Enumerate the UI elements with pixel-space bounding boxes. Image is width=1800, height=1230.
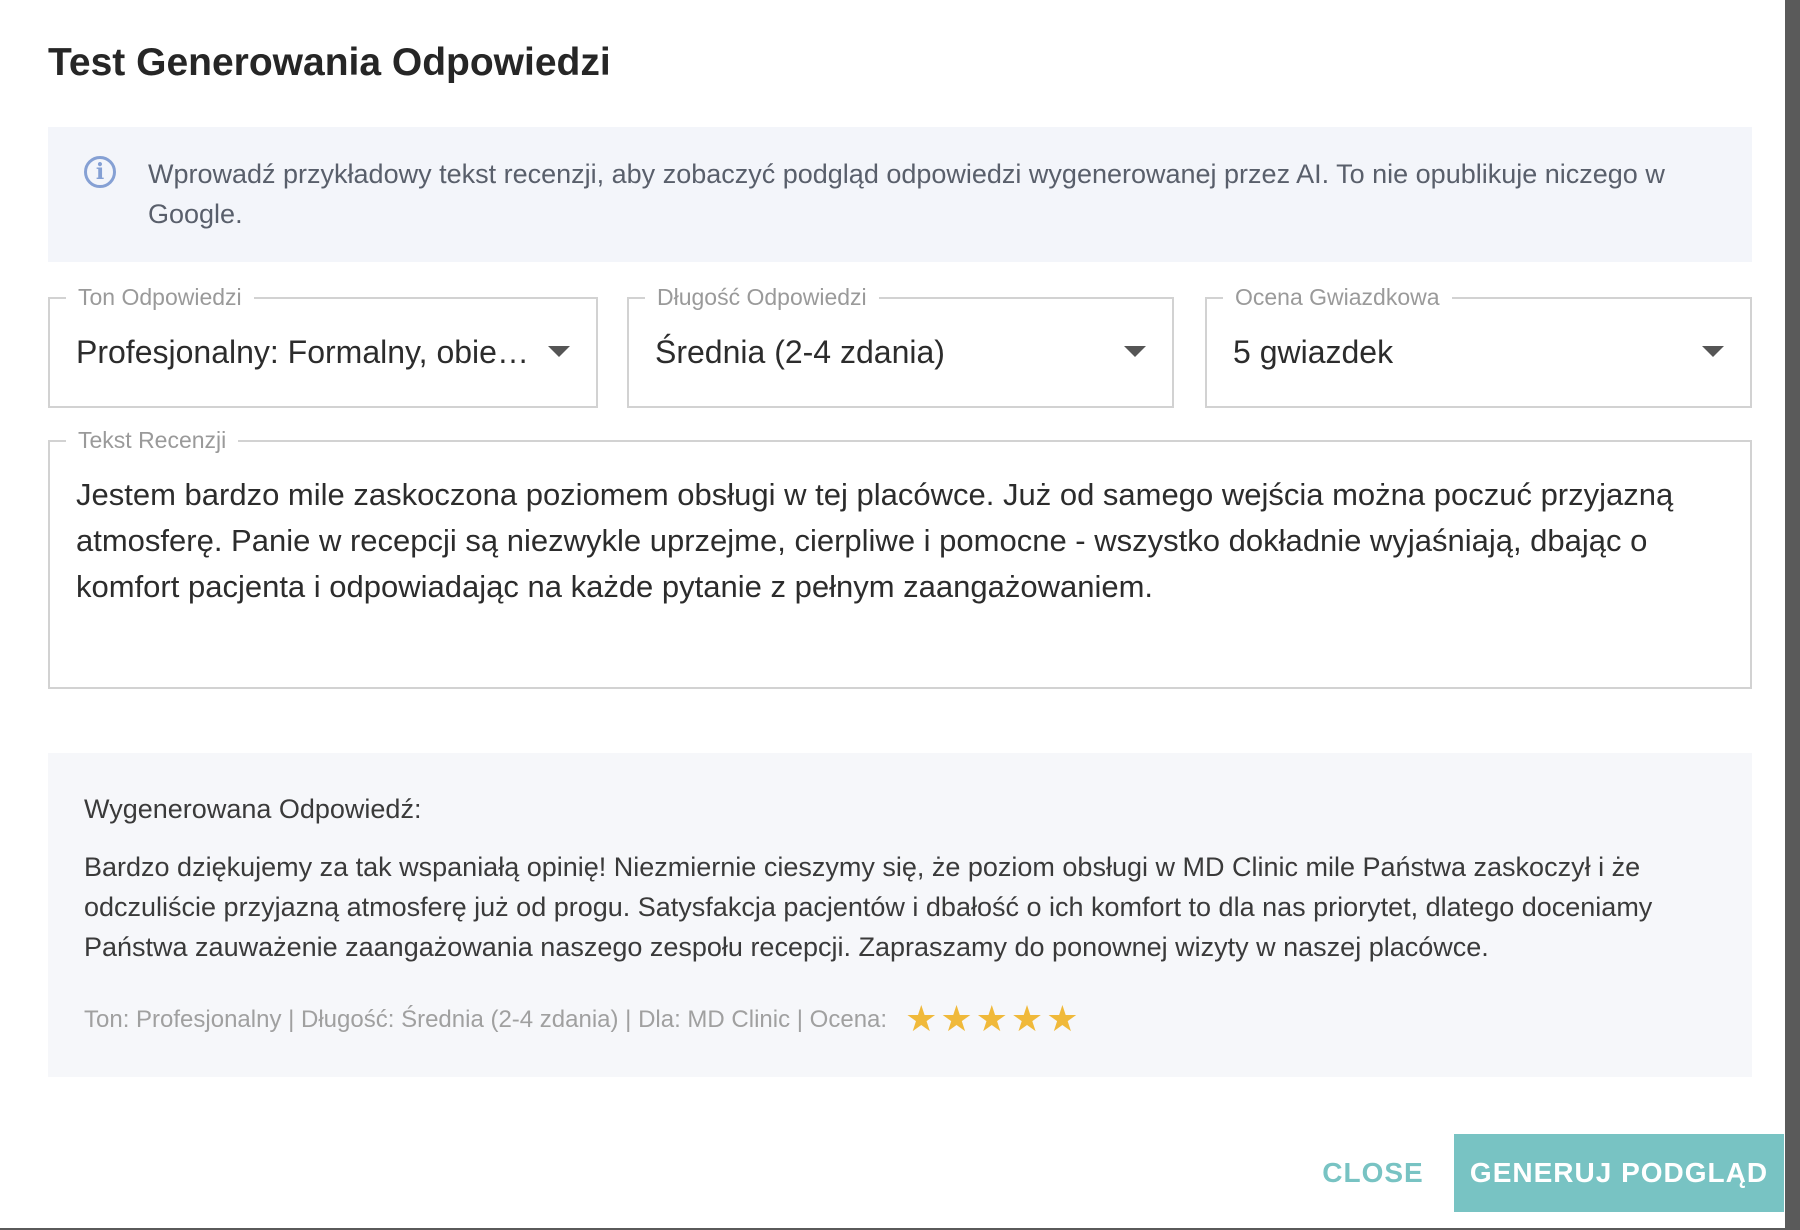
star-icon: ★ — [940, 999, 973, 1040]
test-response-dialog: Test Generowania Odpowiedzi i Wprowadź p… — [0, 0, 1785, 1228]
rating-stars: ★ ★ ★ ★ ★ — [905, 999, 1081, 1040]
dialog-title: Test Generowania Odpowiedzi — [48, 41, 611, 84]
generated-response-panel: Wygenerowana Odpowiedź: Bardzo dziękujem… — [48, 753, 1752, 1077]
star-icon: ★ — [905, 999, 938, 1040]
generate-preview-button[interactable]: GENERUJ PODGLĄD — [1454, 1134, 1784, 1212]
review-textarea[interactable]: Tekst Recenzji Jestem bardzo mile zaskoc… — [48, 425, 1752, 689]
length-select[interactable]: Długość Odpowiedzi Średnia (2-4 zdania) — [627, 282, 1174, 408]
tone-label: Ton Odpowiedzi — [66, 282, 254, 312]
star-icon: ★ — [1046, 999, 1079, 1040]
tone-select[interactable]: Ton Odpowiedzi Profesjonalny: Formalny, … — [48, 282, 598, 408]
chevron-down-icon — [1702, 346, 1724, 357]
rating-label: Ocena Gwiazdkowa — [1223, 282, 1452, 312]
generated-body: Bardzo dziękujemy za tak wspaniałą opini… — [84, 852, 1653, 962]
review-label: Tekst Recenzji — [66, 425, 239, 455]
info-icon: i — [84, 156, 116, 188]
generated-meta: Ton: Profesjonalny | Długość: Średnia (2… — [84, 999, 1081, 1040]
chevron-down-icon — [1124, 346, 1146, 357]
star-icon: ★ — [1010, 999, 1044, 1040]
generated-meta-text: Ton: Profesjonalny | Długość: Średnia (2… — [84, 1006, 888, 1033]
chevron-down-icon — [548, 346, 570, 357]
close-button[interactable]: CLOSE — [1300, 1134, 1446, 1212]
generated-heading: Wygenerowana Odpowiedź: — [84, 794, 422, 824]
review-text[interactable]: Jestem bardzo mile zaskoczona poziomem o… — [76, 472, 1736, 610]
info-text: Wprowadź przykładowy tekst recenzji, aby… — [148, 159, 1665, 229]
rating-select[interactable]: Ocena Gwiazdkowa 5 gwiazdek — [1205, 282, 1752, 408]
length-value: Średnia (2-4 zdania) — [655, 334, 945, 370]
star-icon: ★ — [975, 999, 1008, 1040]
rating-value: 5 gwiazdek — [1233, 334, 1394, 370]
info-banner: i Wprowadź przykładowy tekst recenzji, a… — [48, 127, 1752, 262]
length-label: Długość Odpowiedzi — [645, 282, 879, 312]
tone-value: Profesjonalny: Formalny, obiektywny — [76, 334, 531, 370]
